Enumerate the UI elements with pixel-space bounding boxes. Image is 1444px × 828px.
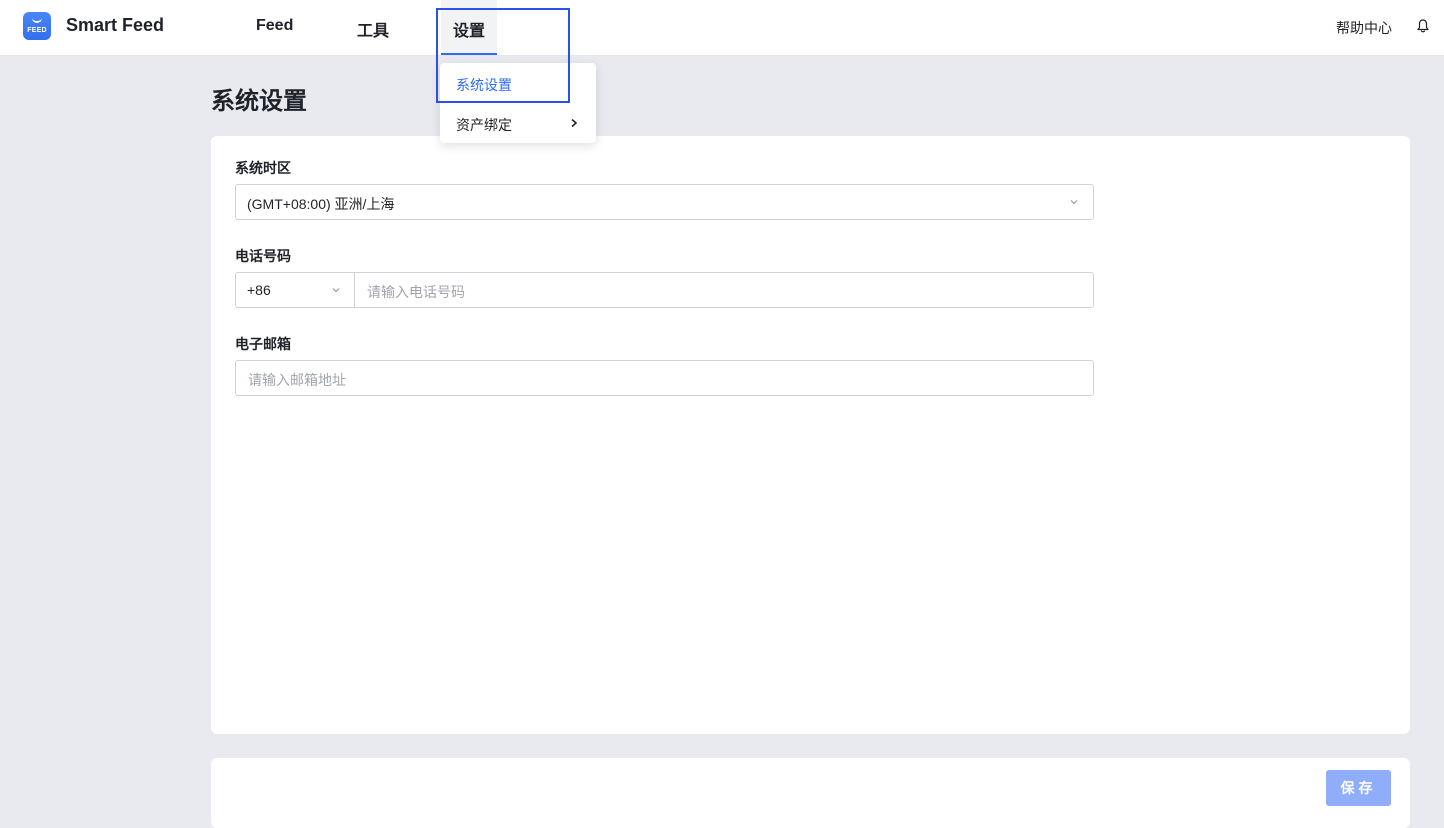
page-title: 系统设置 (211, 88, 307, 115)
nav-item-feed[interactable]: Feed (256, 17, 293, 35)
bell-icon[interactable] (1415, 18, 1431, 34)
footer-action-bar: 保存 (211, 758, 1410, 828)
dropdown-item-system-settings[interactable]: 系统设置 (456, 75, 512, 95)
settings-dropdown-menu: 系统设置 资产绑定 (440, 63, 596, 143)
timezone-select[interactable]: (GMT+08:00) 亚洲/上海 (235, 184, 1094, 220)
phone-label: 电话号码 (235, 248, 291, 264)
email-placeholder: 请输入邮箱地址 (248, 372, 346, 388)
nav-item-settings[interactable]: 设置 (453, 17, 485, 41)
logo-smile-icon (32, 16, 42, 23)
app-title[interactable]: Smart Feed (66, 15, 164, 36)
dropdown-item-asset-binding[interactable]: 资产绑定 (456, 115, 512, 135)
smart-feed-logo[interactable]: FEED (23, 12, 51, 40)
chevron-down-icon (1070, 200, 1078, 205)
email-input[interactable]: 请输入邮箱地址 (235, 360, 1094, 396)
save-button[interactable]: 保存 (1326, 770, 1391, 806)
timezone-value: (GMT+08:00) 亚洲/上海 (247, 196, 395, 212)
email-label: 电子邮箱 (235, 336, 291, 352)
logo-text: FEED (27, 27, 47, 34)
top-navigation-bar: FEED Smart Feed Feed 工具 设置 帮助中心 (0, 0, 1444, 55)
chevron-down-icon (332, 288, 340, 293)
timezone-label: 系统时区 (235, 160, 291, 176)
chevron-right-icon (571, 119, 578, 127)
nav-item-tools[interactable]: 工具 (357, 17, 389, 41)
phone-number-input[interactable]: 请输入电话号码 (367, 282, 465, 302)
phone-input-group: +86 请输入电话号码 (235, 272, 1094, 308)
nav-active-indicator (441, 53, 497, 55)
help-center-link[interactable]: 帮助中心 (1336, 18, 1392, 38)
settings-card: 系统时区 (GMT+08:00) 亚洲/上海 电话号码 +86 请输入电话号码 … (211, 136, 1410, 734)
phone-country-code-select[interactable]: +86 (236, 273, 355, 307)
phone-country-code-value: +86 (247, 282, 271, 298)
